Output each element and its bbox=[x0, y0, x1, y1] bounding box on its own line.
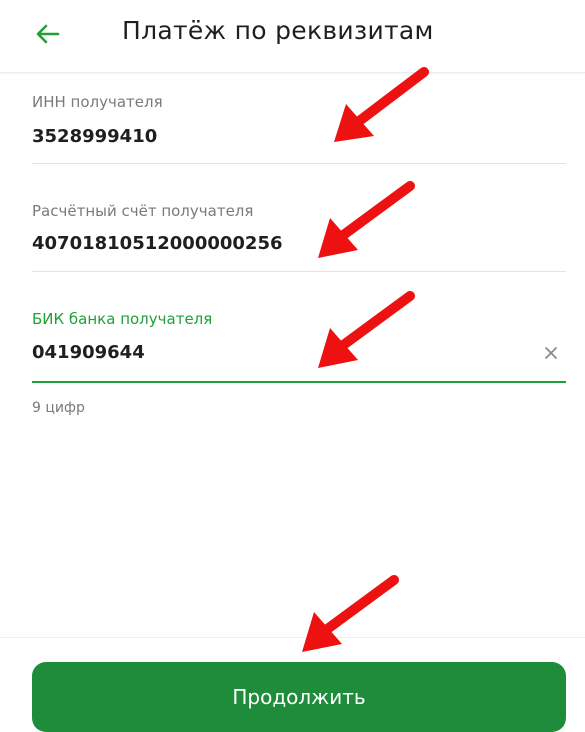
bik-label: БИК банка получателя bbox=[32, 310, 213, 328]
page-title: Платёж по реквизитам bbox=[122, 16, 434, 45]
inn-field[interactable]: ИНН получателя 3528999410 bbox=[32, 88, 566, 166]
bik-field[interactable]: БИК банка получателя 041909644 bbox=[32, 304, 566, 384]
arrow-left-icon bbox=[36, 24, 60, 44]
account-label: Расчётный счёт получателя bbox=[32, 202, 254, 220]
account-value[interactable]: 40701810512000000256 bbox=[32, 233, 283, 254]
bik-underline-active bbox=[32, 381, 566, 383]
footer-divider bbox=[0, 637, 585, 638]
red-arrow-icon bbox=[302, 575, 399, 652]
header-bar: Платёж по реквизитам bbox=[0, 0, 585, 73]
bik-value[interactable]: 041909644 bbox=[32, 342, 145, 363]
inn-underline bbox=[32, 163, 566, 164]
clear-button[interactable] bbox=[542, 344, 560, 362]
bik-hint: 9 цифр bbox=[32, 400, 85, 416]
back-button[interactable] bbox=[28, 14, 76, 54]
account-field[interactable]: Расчётный счёт получателя 40701810512000… bbox=[32, 196, 566, 274]
inn-label: ИНН получателя bbox=[32, 93, 163, 111]
close-icon bbox=[545, 347, 557, 359]
inn-value[interactable]: 3528999410 bbox=[32, 126, 157, 147]
account-underline bbox=[32, 271, 566, 272]
continue-button[interactable]: Продолжить bbox=[32, 662, 566, 732]
